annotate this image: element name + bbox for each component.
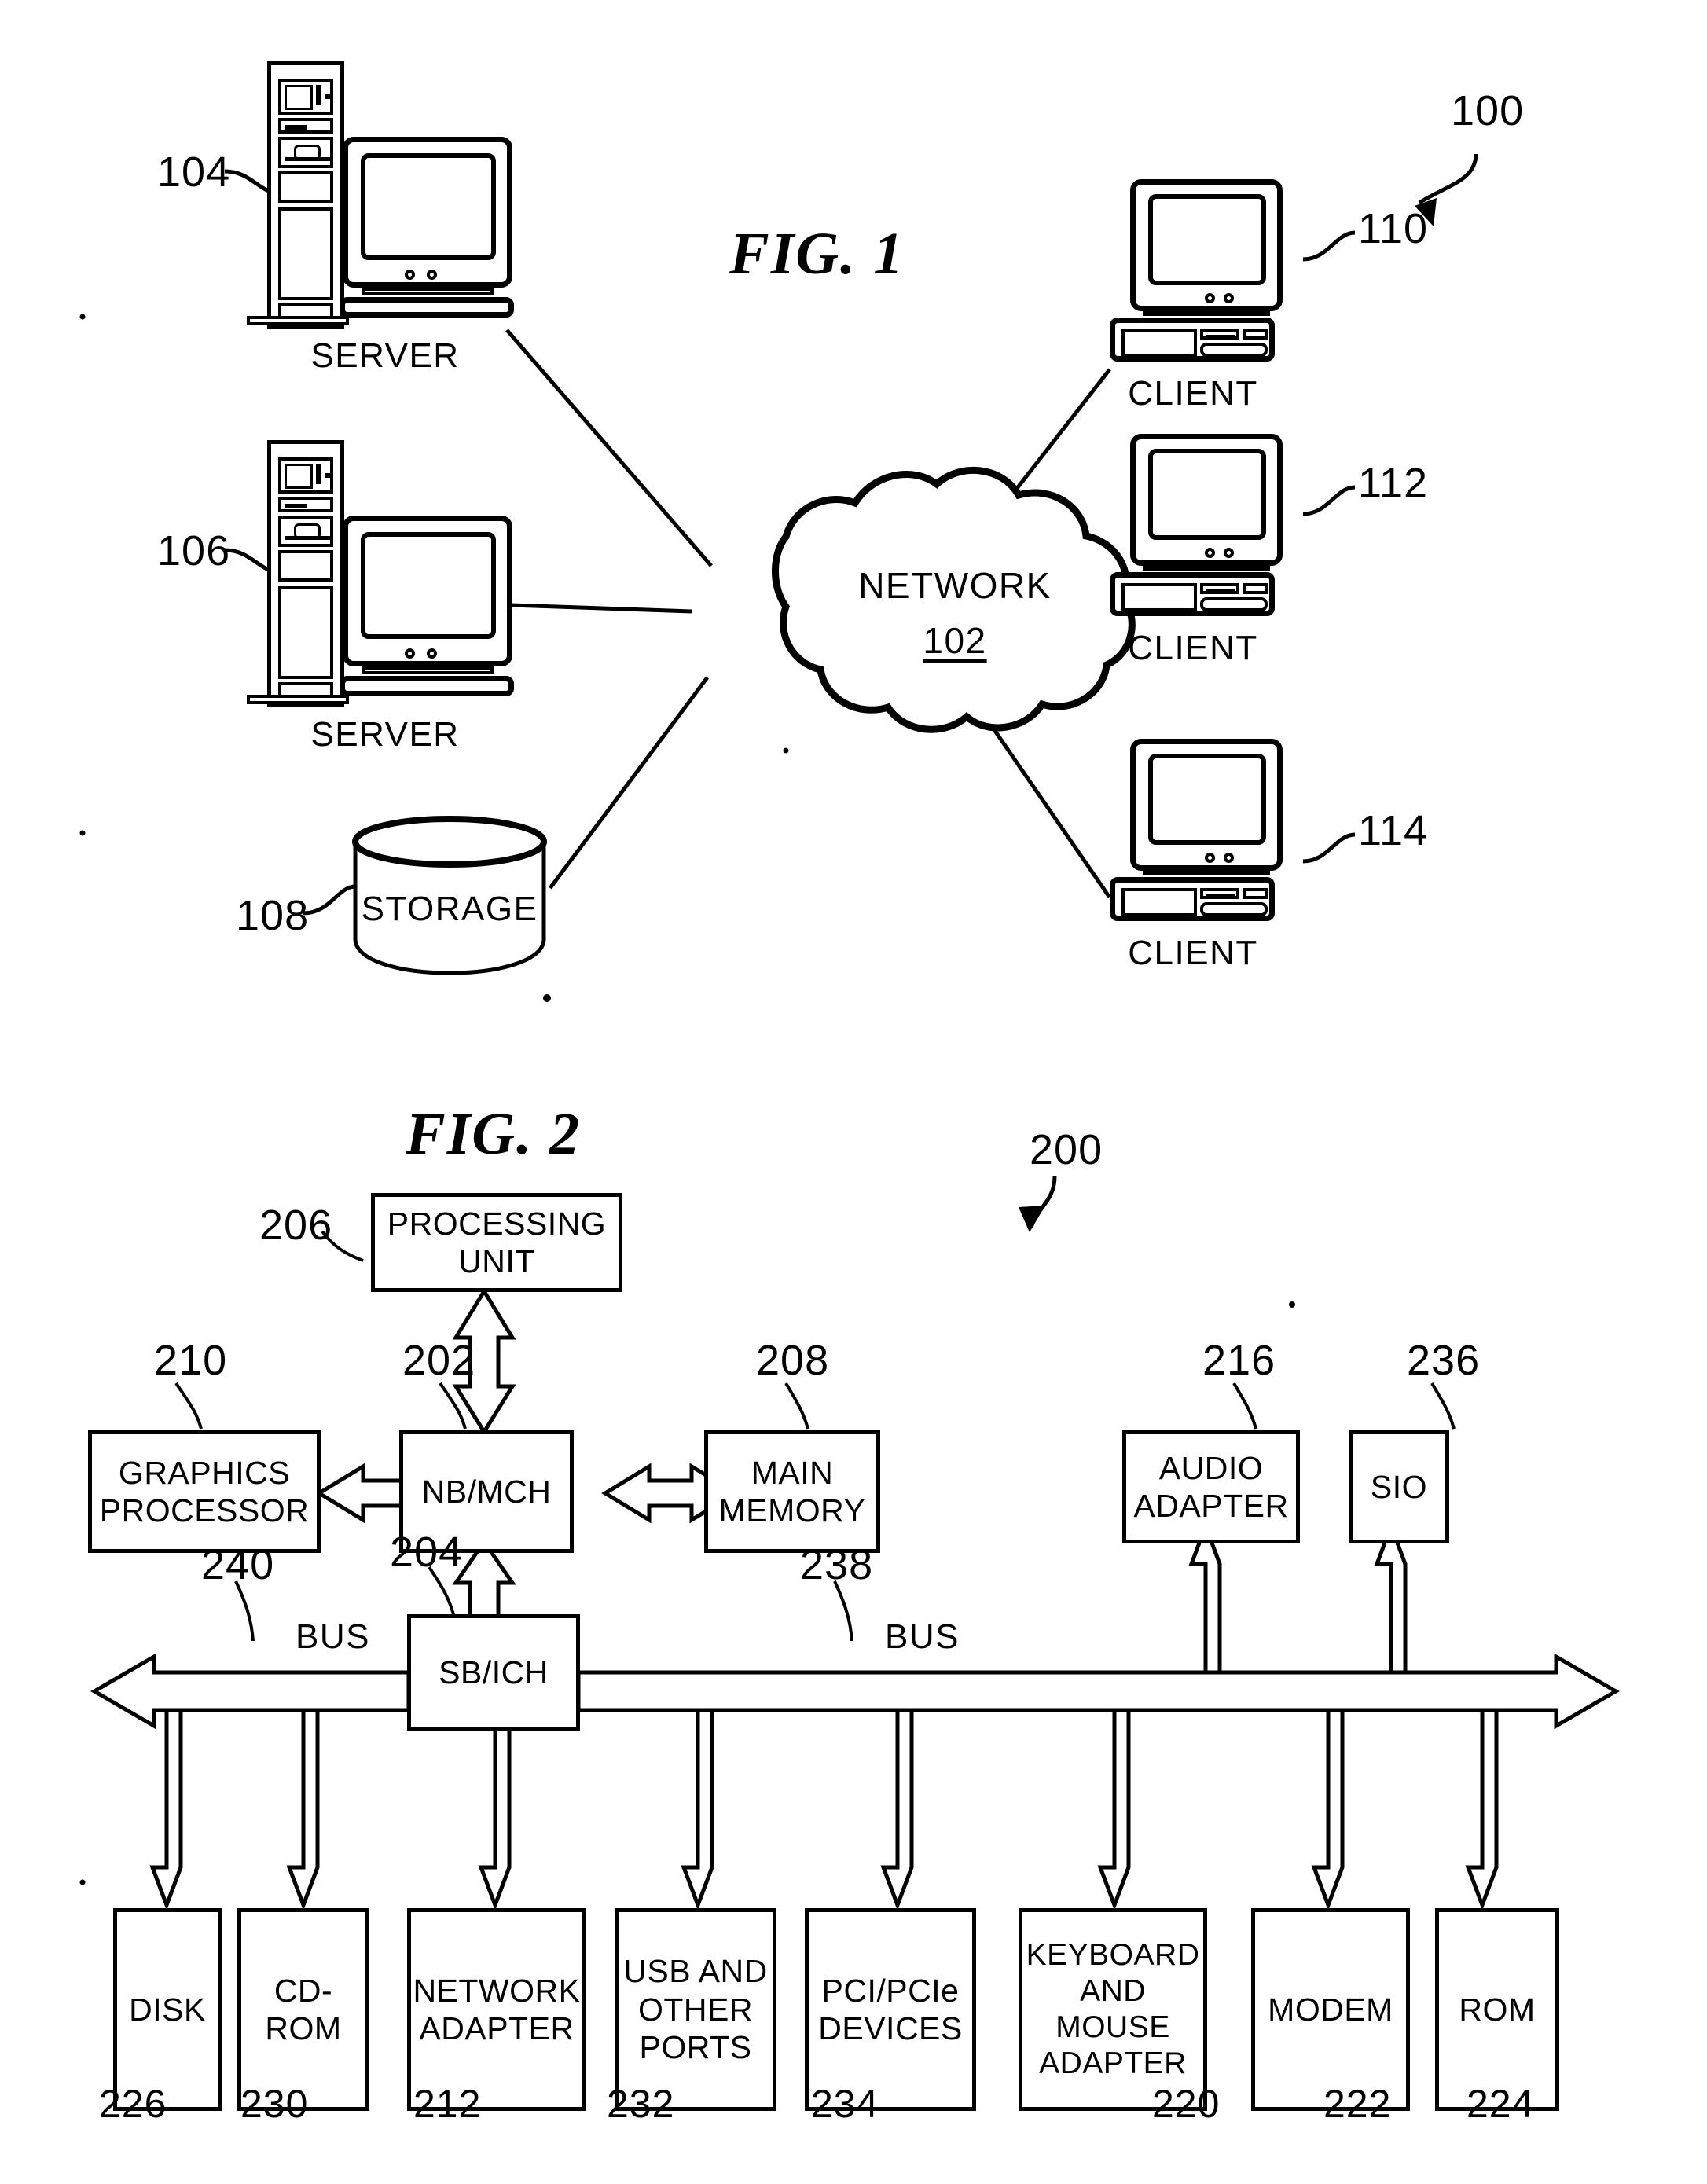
arrow-bus-audio	[1188, 1520, 1222, 1675]
arrow-bus-sio	[1374, 1520, 1408, 1675]
ref-206: 206	[259, 1202, 333, 1249]
ref-112: 112	[1358, 460, 1429, 507]
leader-108	[303, 884, 356, 916]
ref-204: 204	[390, 1529, 464, 1576]
block-processing-unit-label: PROCESSING UNIT	[387, 1205, 607, 1279]
ref-226: 226	[99, 2082, 167, 2126]
ref-234: 234	[811, 2082, 879, 2126]
leader-208	[784, 1382, 809, 1430]
ref-110: 110	[1358, 205, 1429, 252]
block-audio-adapter: AUDIO ADAPTER	[1122, 1430, 1300, 1543]
server-unit-106	[247, 440, 514, 707]
bus-line-shape	[90, 1653, 411, 1730]
caption-client-112: CLIENT	[1128, 629, 1258, 667]
block-nb-mch-label: NB/MCH	[421, 1473, 552, 1510]
figure-1-title: FIG. 1	[729, 221, 905, 287]
system-ref-arrowhead-200	[1019, 1206, 1045, 1232]
block-disk-label: DISK	[129, 1991, 206, 2028]
leader-236	[1430, 1382, 1456, 1430]
ref-208: 208	[756, 1337, 830, 1384]
connector-lines-layer: .ln { stroke:#000; stroke-width:5; fill:…	[79, 153, 1620, 2076]
system-ref-arrow-200	[1029, 1176, 1057, 1228]
link-network-client114	[958, 679, 1112, 899]
block-rom-label: ROM	[1459, 1991, 1536, 2028]
leader-202-top	[439, 1382, 467, 1430]
ref-106: 106	[157, 527, 231, 574]
leader-240	[234, 1580, 255, 1642]
client-unit-110	[1110, 179, 1311, 368]
block-sb-ich: SB/ICH	[407, 1614, 580, 1731]
block-processing-unit: PROCESSING UNIT	[371, 1193, 622, 1292]
ref-222: 222	[1323, 2082, 1392, 2126]
caption-client-114: CLIENT	[1128, 934, 1258, 972]
link-server104-network	[505, 329, 713, 567]
bus-branch-arrows	[149, 1708, 1499, 1911]
system-ref-100: 100	[1451, 87, 1525, 134]
ref-236: 236	[1407, 1337, 1481, 1384]
leader-238	[833, 1580, 854, 1642]
patent-drawing-sheet: .ln { stroke:#000; stroke-width:5; fill:…	[0, 0, 1707, 2184]
block-cd-rom-label: CD-ROM	[265, 1972, 342, 2046]
leader-210	[174, 1382, 203, 1430]
block-modem-label: MODEM	[1268, 1991, 1393, 2028]
client-unit-114	[1110, 739, 1311, 927]
ref-220: 220	[1152, 2082, 1221, 2126]
leader-216	[1232, 1382, 1257, 1430]
network-ref-102: 102	[923, 620, 987, 661]
link-server106-network	[510, 603, 692, 614]
ref-108: 108	[236, 892, 310, 939]
block-sio-label: SIO	[1370, 1468, 1428, 1505]
block-main-memory-label: MAIN MEMORY	[718, 1454, 866, 1529]
block-graphics-processor: GRAPHICS PROCESSOR	[88, 1430, 321, 1553]
ref-224: 224	[1467, 2082, 1535, 2126]
bus-label-right: BUS	[885, 1617, 960, 1656]
block-audio-adapter-label: AUDIO ADAPTER	[1133, 1449, 1289, 1524]
ref-240: 240	[201, 1541, 275, 1588]
caption-client-110: CLIENT	[1128, 374, 1258, 413]
network-cloud-label: NETWORK	[858, 565, 1052, 606]
block-network-adapter-label: NETWORK ADAPTER	[413, 1972, 581, 2046]
block-main-memory: MAIN MEMORY	[704, 1430, 880, 1553]
bus-line-shape-right	[576, 1653, 1620, 1730]
ref-210: 210	[154, 1337, 228, 1384]
block-sio: SIO	[1349, 1430, 1449, 1543]
caption-server-104: SERVER	[310, 336, 460, 375]
ref-230: 230	[240, 2082, 309, 2126]
ref-104: 104	[157, 149, 231, 196]
bus-label-left: BUS	[296, 1617, 370, 1656]
client-unit-112	[1110, 434, 1311, 622]
ref-114: 114	[1358, 807, 1429, 854]
block-graphics-processor-label: GRAPHICS PROCESSOR	[99, 1454, 310, 1529]
ref-202: 202	[402, 1337, 476, 1384]
caption-storage-108: STORAGE	[361, 890, 538, 928]
caption-server-106: SERVER	[310, 715, 460, 754]
block-pci-pcie-devices-label: PCI/PCIe DEVICES	[818, 1972, 963, 2046]
link-network-client110	[961, 368, 1111, 560]
ref-216: 216	[1202, 1337, 1276, 1384]
link-storage108-network	[548, 676, 710, 890]
ref-238: 238	[800, 1541, 874, 1588]
server-unit-104	[247, 61, 514, 329]
block-keyboard-and-mouse-adapter-label: KEYBOARD AND MOUSE ADAPTER	[1026, 1937, 1200, 2081]
block-sb-ich-label: SB/ICH	[439, 1654, 549, 1690]
block-usb-and-other-ports-label: USB AND OTHER PORTS	[623, 1953, 768, 2066]
system-ref-200: 200	[1030, 1126, 1103, 1173]
figure-2-title: FIG. 2	[406, 1101, 582, 1167]
ref-212: 212	[413, 2082, 482, 2126]
system-ref-arrow-100	[1418, 153, 1478, 205]
ref-232: 232	[607, 2082, 675, 2126]
